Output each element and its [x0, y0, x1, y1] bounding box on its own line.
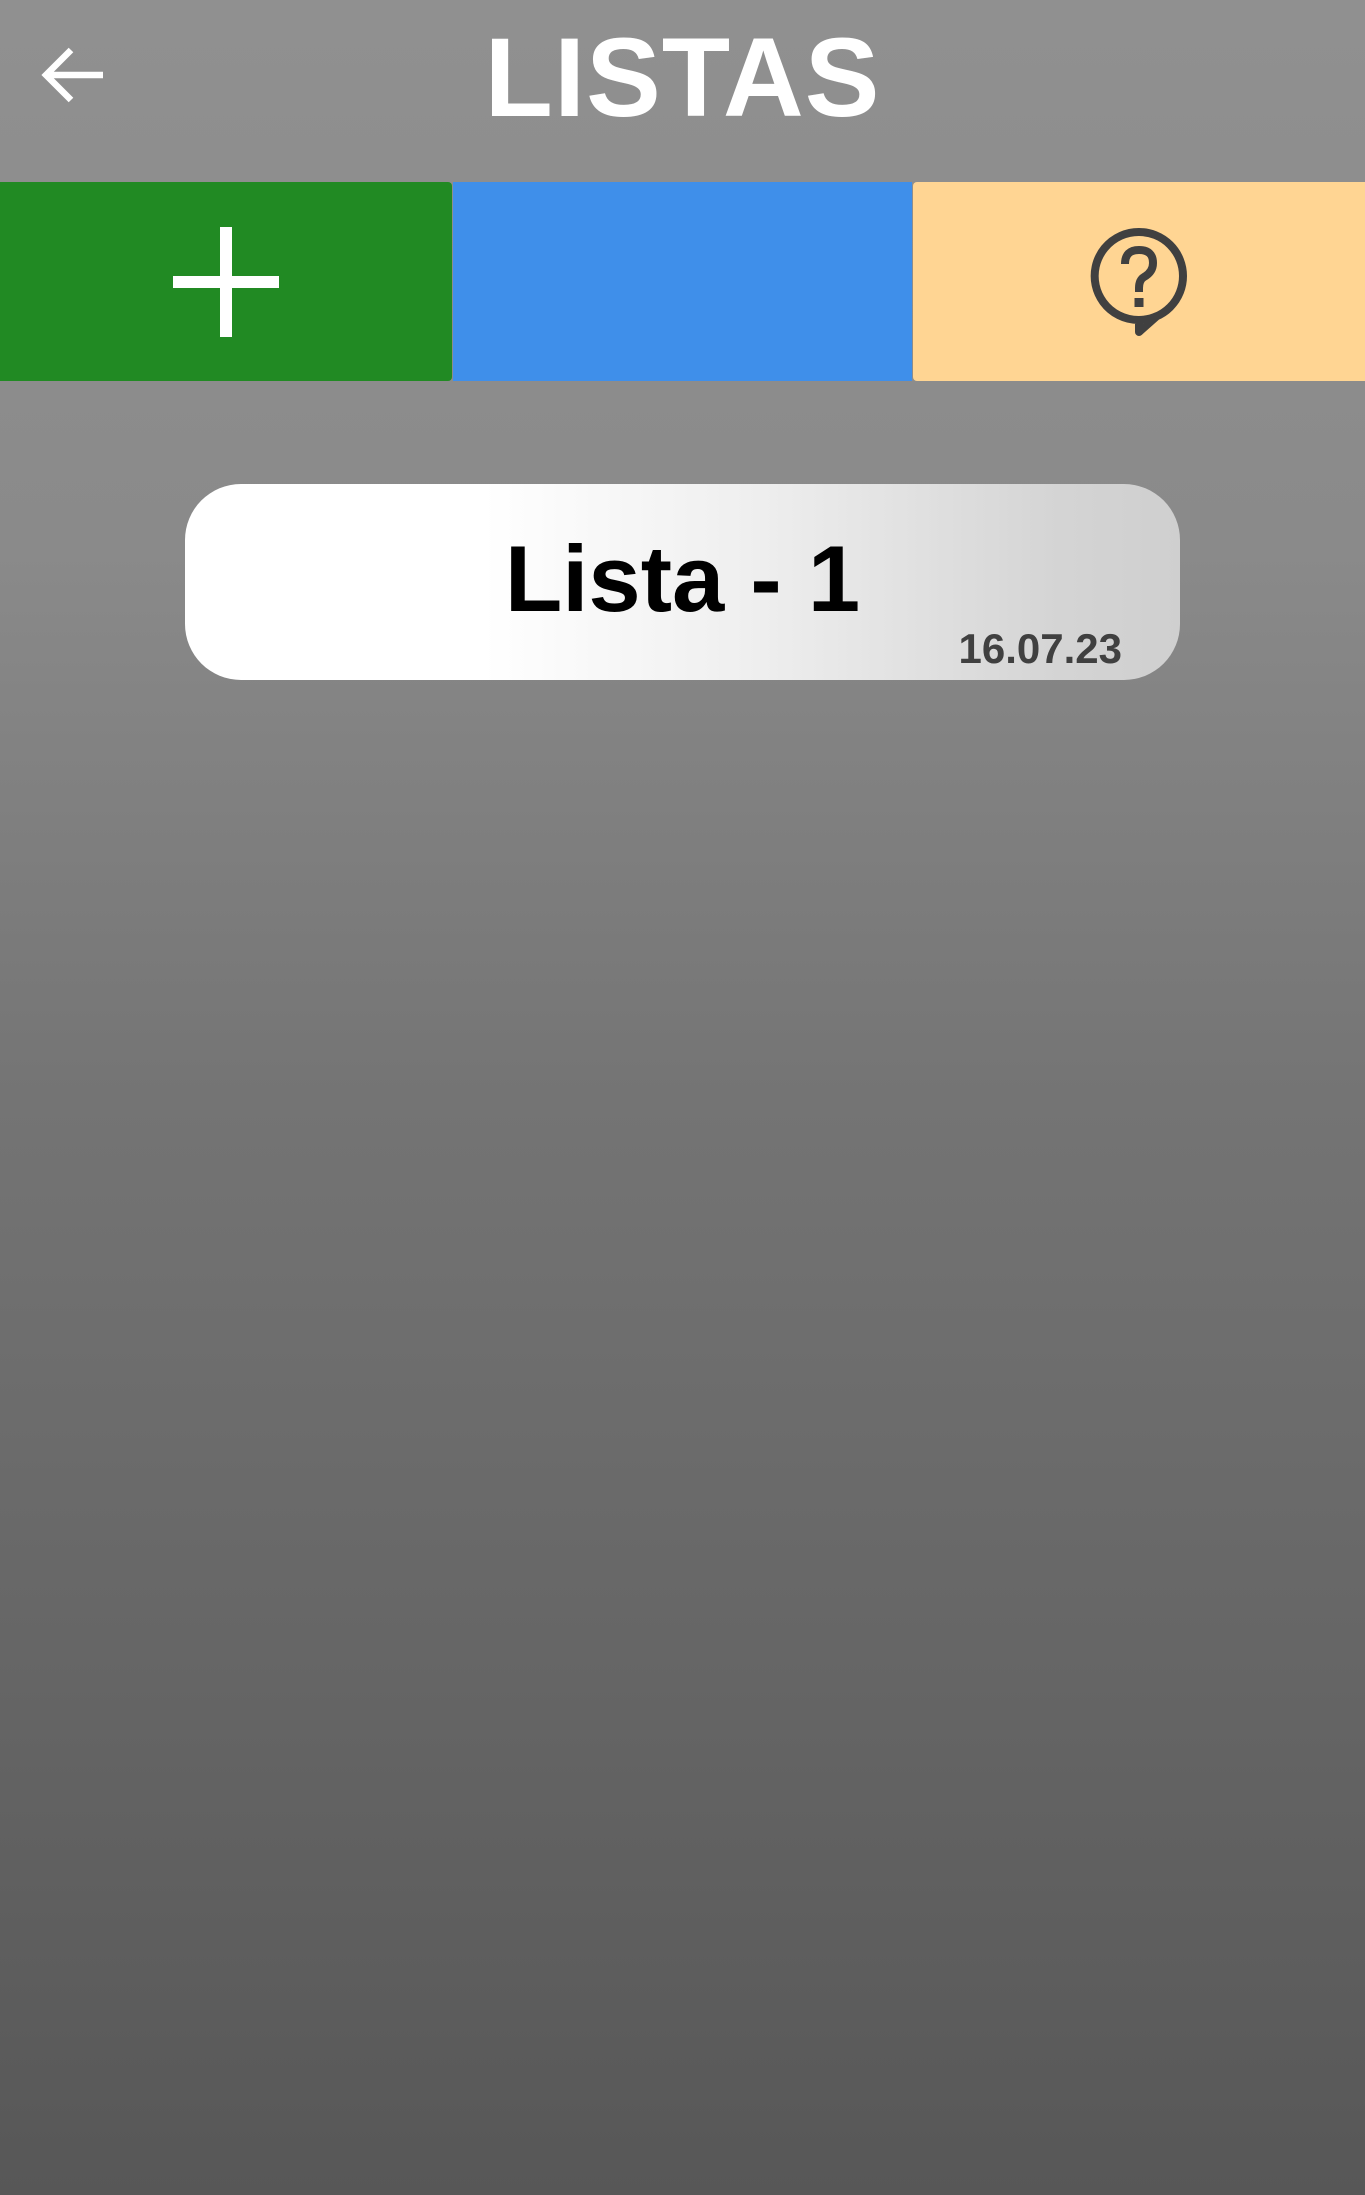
help-bubble-icon [1090, 227, 1187, 336]
add-list-button[interactable] [0, 182, 452, 381]
help-button[interactable] [913, 182, 1365, 381]
page-title: LISTAS [484, 15, 881, 140]
plus-icon [173, 226, 279, 337]
toolbar-middle-button[interactable] [453, 182, 912, 381]
list-item-name: Lista - 1 [504, 526, 861, 631]
list-item[interactable]: Lista - 1 16.07.23 [185, 484, 1180, 680]
list-item-date: 16.07.23 [958, 625, 1123, 672]
toolbar [0, 182, 1365, 381]
header: LISTAS [0, 0, 1365, 182]
